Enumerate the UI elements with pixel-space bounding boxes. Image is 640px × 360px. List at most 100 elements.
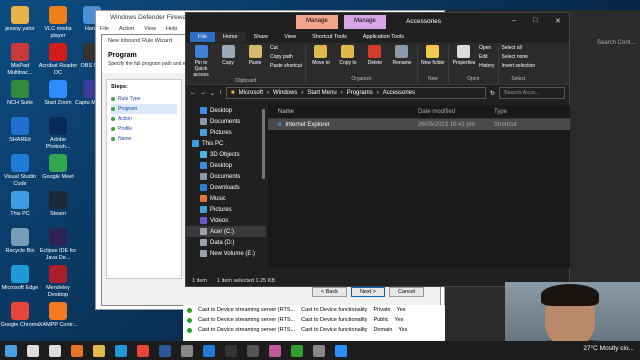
desktop-icon-shareit[interactable]: SHAREit — [0, 117, 40, 144]
open-button[interactable]: Open — [479, 45, 495, 52]
chevron-down-icon[interactable]: ⌄ — [210, 90, 215, 97]
settings-icon[interactable] — [181, 344, 193, 357]
desktop-icon-microsoft-edge[interactable]: Microsoft Edge — [0, 265, 40, 292]
camera-icon[interactable] — [313, 344, 325, 357]
firefox-icon[interactable] — [71, 344, 83, 357]
column-type[interactable]: Type — [494, 109, 564, 115]
word-icon[interactable] — [159, 344, 171, 357]
tab-share[interactable]: Share — [246, 32, 277, 42]
desktop-icon-google-meet[interactable]: Google Meet — [38, 154, 78, 181]
nav-item-this-pc[interactable]: This PC — [186, 138, 266, 149]
menu-action[interactable]: Action — [119, 26, 134, 34]
defender-icon[interactable] — [291, 344, 303, 357]
search-input[interactable]: Search Acce... — [499, 87, 565, 99]
move-to-button[interactable]: Move to — [309, 45, 333, 66]
next-button[interactable]: Next > — [350, 287, 386, 297]
paste-shortcut-button[interactable]: Paste shortcut — [270, 63, 302, 70]
menu-file[interactable]: File — [100, 26, 109, 34]
tab-view[interactable]: View — [276, 32, 304, 42]
invert-selection-button[interactable]: Invert selection — [502, 63, 536, 70]
windows-icon[interactable] — [5, 344, 17, 357]
table-row[interactable]: Cast to Device streaming server (RTS... C… — [183, 305, 445, 315]
tab-manage-shortcut[interactable]: Manage — [296, 15, 338, 29]
menu-help[interactable]: Help — [166, 26, 177, 34]
new-folder-button[interactable]: New folder — [421, 45, 445, 66]
minimize-icon[interactable]: – — [512, 17, 516, 24]
store-icon[interactable] — [247, 344, 259, 357]
breadcrumb-accessories[interactable]: Accessories — [383, 90, 415, 96]
nav-item-documents[interactable]: Documents — [186, 171, 266, 182]
tab-file[interactable]: File — [190, 32, 215, 42]
paint-icon[interactable] — [269, 344, 281, 357]
cancel-button[interactable]: Cancel — [389, 287, 425, 297]
pin-quick-access-button[interactable]: Pin to Quick access — [189, 45, 213, 78]
chrome-icon[interactable] — [137, 344, 149, 357]
terminal-icon[interactable] — [225, 344, 237, 357]
explorer-icon[interactable] — [93, 344, 105, 357]
close-icon[interactable]: ✕ — [555, 17, 561, 25]
breadcrumb-windows[interactable]: Windows — [273, 90, 297, 96]
zoom-icon[interactable] — [335, 344, 347, 357]
tab-shortcut-tools[interactable]: Shortcut Tools — [304, 32, 355, 42]
desktop-icon-steam[interactable]: Steam — [38, 191, 78, 218]
step-action[interactable]: Action — [111, 114, 177, 124]
desktop-icon-eclipse-ide-for-java-de-[interactable]: Eclipse IDE for Java De... — [38, 228, 78, 261]
maximize-icon[interactable]: □ — [533, 17, 537, 24]
paste-button[interactable]: Paste — [243, 45, 267, 66]
properties-button[interactable]: Properties — [452, 45, 476, 66]
breadcrumb-microsoft[interactable]: Microsoft — [239, 90, 263, 96]
tab-application-tools[interactable]: Application Tools — [355, 32, 412, 42]
nav-item-new-volume-e-[interactable]: New Volume (E:) — [186, 248, 266, 259]
column-name[interactable]: Name — [268, 109, 418, 115]
desktop-icon-recycle-bin[interactable]: Recycle Bin — [0, 228, 40, 255]
edge-icon[interactable] — [115, 344, 127, 357]
breadcrumb-programs[interactable]: Programs — [347, 90, 373, 96]
nav-item-videos[interactable]: Videos — [186, 215, 266, 226]
nav-item-data-d-[interactable]: Data (D:) — [186, 237, 266, 248]
refresh-icon[interactable]: ↻ — [490, 90, 495, 97]
desktop-icon-nch-suite[interactable]: NCH Suite — [0, 80, 40, 107]
desktop-icon-adobe-photosh-[interactable]: Adobe Photosh... — [38, 117, 78, 150]
copy-to-button[interactable]: Copy to — [336, 45, 360, 66]
search-icon[interactable] — [27, 344, 39, 357]
forward-arrow-icon[interactable]: → — [200, 90, 206, 96]
desktop-icon-visual-studio-code[interactable]: Visual Studio Code — [0, 154, 40, 187]
table-row[interactable]: Cast to Device streaming server (RTS... C… — [183, 325, 445, 335]
nav-scrollbar[interactable] — [262, 109, 265, 179]
control-panel-search[interactable]: Search Cont... — [597, 40, 635, 46]
desktop-icon-mispad-multitrac-[interactable]: MisPad Multitrac... — [0, 43, 40, 76]
desktop-icon-google-chrome[interactable]: Google Chrome — [0, 302, 40, 329]
edit-button[interactable]: Edit — [479, 54, 495, 61]
select-none-button[interactable]: Select none — [502, 54, 536, 61]
desktop-icon-this-pc[interactable]: This PC — [0, 191, 40, 218]
back-button[interactable]: < Back — [312, 287, 347, 297]
weather-widget[interactable]: 27°C Mostly clo... — [583, 345, 634, 352]
nav-item-documents[interactable]: Documents — [186, 116, 266, 127]
nav-item-downloads[interactable]: Downloads — [186, 182, 266, 193]
nav-item-desktop[interactable]: Desktop — [186, 160, 266, 171]
desktop-icon-jessoy-yator[interactable]: jessoy yator — [0, 6, 40, 33]
delete-button[interactable]: Delete — [363, 45, 387, 66]
step-profile[interactable]: Profile — [111, 124, 177, 134]
nav-item-acer-c-[interactable]: Acer (C:) — [186, 226, 266, 237]
copy-path-button[interactable]: Copy path — [270, 54, 302, 61]
desktop-icon-mendeley-desktop[interactable]: Mendeley Desktop — [38, 265, 78, 298]
task-view-icon[interactable] — [49, 344, 61, 357]
tab-manage-application[interactable]: Manage — [344, 15, 386, 29]
up-arrow-icon[interactable]: ↑ — [219, 90, 222, 96]
nav-item-pictures[interactable]: Pictures — [186, 204, 266, 215]
vscode-icon[interactable] — [203, 344, 215, 357]
select-all-button[interactable]: Select all — [502, 45, 536, 52]
copy-button[interactable]: Copy — [216, 45, 240, 66]
nav-item-pictures[interactable]: Pictures — [186, 127, 266, 138]
table-row[interactable]: Cast to Device streaming server (RTS... C… — [183, 315, 445, 325]
desktop-icon-xampp-contr-[interactable]: XAMPP Contr... — [38, 302, 78, 329]
address-bar[interactable]: ■ Microsoft › Windows › Start Menu › Progra… — [226, 87, 486, 99]
rename-button[interactable]: Rename — [390, 45, 414, 66]
step-rule-type[interactable]: Rule Type — [111, 94, 177, 104]
step-program[interactable]: Program — [111, 104, 177, 114]
nav-item-music[interactable]: Music — [186, 193, 266, 204]
step-name[interactable]: Name — [111, 134, 177, 144]
cut-button[interactable]: Cut — [270, 45, 302, 52]
breadcrumb-start-menu[interactable]: Start Menu — [307, 90, 336, 96]
